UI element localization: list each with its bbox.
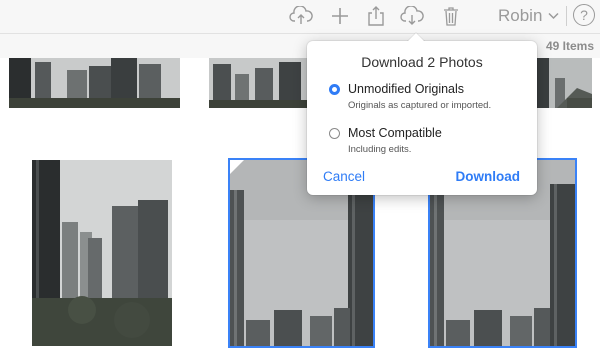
photo-thumbnail[interactable]	[32, 160, 172, 346]
radio-checked-icon[interactable]	[329, 84, 340, 95]
photo-thumbnail[interactable]	[537, 58, 592, 108]
chevron-down-icon	[548, 12, 559, 20]
popover-title: Download 2 Photos	[361, 54, 483, 70]
option-description: Including edits.	[348, 144, 412, 155]
trash-icon[interactable]	[438, 4, 464, 28]
option-label: Unmodified Originals	[348, 82, 465, 96]
user-menu-button[interactable]: Robin	[498, 6, 559, 26]
photo-thumbnail[interactable]	[209, 58, 309, 108]
item-count: 49 Items	[545, 39, 594, 53]
popover-arrow	[407, 33, 425, 42]
option-label: Most Compatible	[348, 126, 442, 140]
share-icon[interactable]	[363, 4, 389, 28]
radio-unchecked-icon[interactable]	[329, 128, 340, 139]
upload-cloud-icon[interactable]	[288, 4, 314, 28]
plus-icon[interactable]	[327, 4, 353, 28]
selection-marker	[230, 160, 244, 174]
help-label: ?	[580, 7, 588, 23]
cancel-button[interactable]: Cancel	[323, 169, 365, 184]
help-icon[interactable]: ?	[573, 4, 595, 26]
download-popover: Download 2 Photos Unmodified Originals O…	[307, 33, 537, 195]
download-button[interactable]: Download	[456, 169, 521, 184]
toolbar-divider	[566, 6, 567, 26]
user-name: Robin	[498, 6, 543, 25]
toolbar: Robin ?	[0, 0, 600, 34]
option-description: Originals as captured or imported.	[348, 100, 492, 111]
photo-thumbnail[interactable]	[9, 58, 180, 108]
download-cloud-icon[interactable]	[399, 4, 425, 28]
